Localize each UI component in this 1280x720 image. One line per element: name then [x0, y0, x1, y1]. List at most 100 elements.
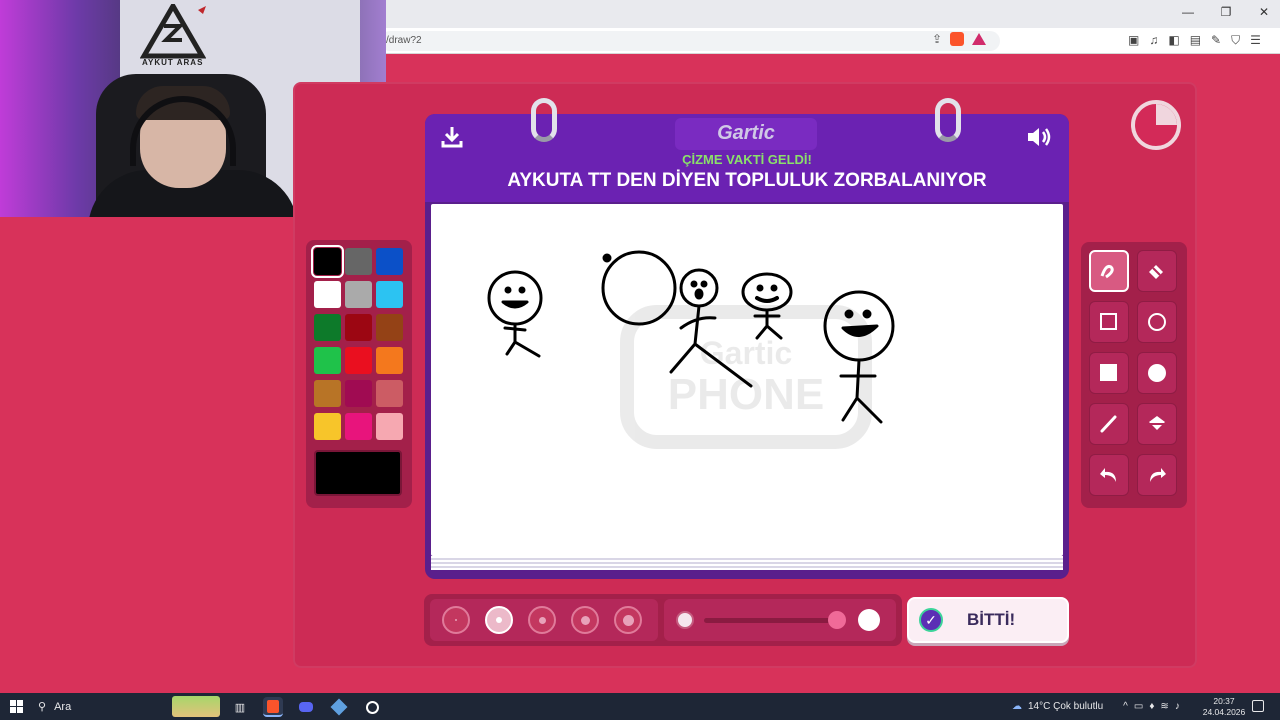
maximize-button[interactable]: ❐ — [1218, 5, 1234, 19]
vpn-icon[interactable]: ⛉ — [1231, 33, 1240, 48]
color-swatch[interactable] — [376, 413, 403, 440]
extensions-icon[interactable]: ✎ — [1211, 33, 1221, 48]
svg-text:PHONE: PHONE — [668, 370, 824, 419]
color-swatch[interactable] — [345, 281, 372, 308]
current-color-preview — [314, 450, 402, 496]
color-swatch[interactable] — [345, 314, 372, 341]
taskbar-clock[interactable]: 20:37 24.04.2026 — [1200, 696, 1248, 718]
drawing-canvas[interactable]: Gartic PHONE — [431, 204, 1063, 556]
opacity-handle[interactable] — [828, 611, 846, 629]
discord-taskbar-icon[interactable] — [296, 697, 316, 717]
brush-size-option[interactable] — [614, 606, 642, 634]
opacity-slider[interactable] — [664, 599, 896, 641]
gartic-logo: Gartic — [675, 118, 817, 150]
brush-size-option[interactable] — [485, 606, 513, 634]
square-filled-icon — [1100, 364, 1117, 381]
done-button[interactable]: ✓ BİTTİ! — [907, 597, 1069, 643]
check-icon: ✓ — [919, 608, 943, 632]
sidebar-icon[interactable]: ◧ — [1168, 33, 1179, 48]
obs-taskbar-icon[interactable] — [362, 697, 382, 717]
color-swatch[interactable] — [376, 281, 403, 308]
minimize-button[interactable]: — — [1180, 5, 1196, 19]
tool-panel — [1081, 242, 1187, 508]
color-swatch[interactable] — [314, 281, 341, 308]
redo-tool[interactable] — [1137, 454, 1177, 496]
menu-icon[interactable]: ☰ — [1250, 33, 1261, 48]
sidebar-toggle-icon[interactable]: ▣ — [1128, 33, 1139, 48]
clock-date: 24.04.2026 — [1202, 707, 1246, 717]
streamer-logo-text: AYKUT ARAS — [142, 58, 204, 67]
wallet-icon[interactable]: ▤ — [1190, 33, 1201, 48]
line-tool[interactable] — [1089, 403, 1129, 445]
color-swatch[interactable] — [376, 380, 403, 407]
weather-text[interactable]: 14°C Çok bulutlu — [1028, 701, 1103, 712]
start-button[interactable] — [10, 700, 23, 713]
drawing-prompt: AYKUTA TT DEN DİYEN TOPLULUK ZORBALANIYO… — [507, 170, 987, 191]
tray-chevron-icon[interactable]: ^ — [1123, 701, 1128, 712]
brave-rewards-icon[interactable] — [972, 33, 987, 45]
taskbar-search[interactable]: ⚲ Ara — [38, 693, 71, 720]
color-swatch[interactable] — [376, 314, 403, 341]
color-swatch[interactable] — [314, 380, 341, 407]
network-icon[interactable]: ▭ — [1134, 701, 1143, 712]
color-swatch[interactable] — [345, 413, 372, 440]
network-app-taskbar-icon[interactable] — [329, 697, 349, 717]
ellipse-fill-tool[interactable] — [1137, 352, 1177, 394]
close-window-button[interactable]: ✕ — [1256, 5, 1272, 19]
ellipse-outline-tool[interactable] — [1137, 301, 1177, 343]
pen-tool[interactable] — [1089, 250, 1129, 292]
windows-taskbar: ⚲ Ara ▥ ☁ 14°C Çok bulutlu ^ ▭ ♦ ≋ ♪ 20:… — [0, 693, 1280, 720]
eraser-icon — [1149, 265, 1163, 279]
color-swatch[interactable] — [311, 245, 344, 278]
pen-icon — [1100, 264, 1114, 279]
color-swatch[interactable] — [345, 380, 372, 407]
download-icon[interactable] — [439, 124, 465, 150]
brush-size-option[interactable] — [571, 606, 599, 634]
eraser-tool[interactable] — [1137, 250, 1177, 292]
mic-icon[interactable]: ♦ — [1149, 701, 1154, 712]
round-timer — [1131, 100, 1181, 150]
search-highlight-image[interactable] — [172, 696, 220, 717]
url-actions: ⇪ — [932, 32, 987, 46]
color-swatch[interactable] — [345, 347, 372, 374]
svg-text:Gartic: Gartic — [700, 335, 792, 371]
wifi-icon[interactable]: ≋ — [1160, 701, 1168, 712]
sound-icon[interactable] — [1025, 124, 1055, 150]
swatch-grid — [311, 245, 404, 440]
search-label: Ara — [54, 700, 72, 713]
task-view-icon[interactable]: ▥ — [230, 697, 250, 717]
color-swatch[interactable] — [345, 248, 372, 275]
color-swatch[interactable] — [314, 314, 341, 341]
color-swatch[interactable] — [314, 347, 341, 374]
brush-settings-bar — [424, 594, 902, 646]
color-swatch[interactable] — [314, 413, 341, 440]
brave-taskbar-icon[interactable] — [263, 697, 283, 717]
opacity-min-icon — [676, 611, 694, 629]
done-label: BİTTİ! — [967, 610, 1016, 629]
url-field[interactable]: /draw?2 — [380, 31, 1000, 51]
notification-icon[interactable] — [1252, 700, 1264, 712]
volume-icon[interactable]: ♪ — [1175, 701, 1180, 712]
opacity-max-icon — [858, 609, 880, 631]
clock-time: 20:37 — [1213, 696, 1235, 706]
weather-cloud-icon[interactable]: ☁ — [1012, 701, 1022, 712]
square-outline-icon — [1100, 313, 1117, 330]
rectangle-outline-tool[interactable] — [1089, 301, 1129, 343]
brave-shields-icon[interactable] — [950, 32, 965, 46]
share-icon[interactable]: ⇪ — [932, 32, 942, 46]
drawing-strokes: Gartic PHONE — [487, 250, 895, 449]
undo-tool[interactable] — [1089, 454, 1129, 496]
line-icon — [1100, 415, 1117, 433]
brush-size-dot — [538, 616, 546, 624]
brush-size-option[interactable] — [528, 606, 556, 634]
rectangle-fill-tool[interactable] — [1089, 352, 1129, 394]
circle-outline-icon — [1148, 313, 1166, 331]
color-swatch[interactable] — [376, 248, 403, 275]
sketchbook: Gartic ÇİZME VAKTİ GELDİ! AYKUTA TT DEN … — [425, 98, 1069, 579]
color-swatch[interactable] — [376, 347, 403, 374]
media-icon[interactable]: ♫ — [1149, 33, 1158, 48]
timer-progress — [1156, 104, 1177, 125]
fill-bucket-tool[interactable] — [1137, 403, 1177, 445]
opacity-track[interactable] — [704, 618, 838, 623]
brush-size-option[interactable] — [442, 606, 470, 634]
